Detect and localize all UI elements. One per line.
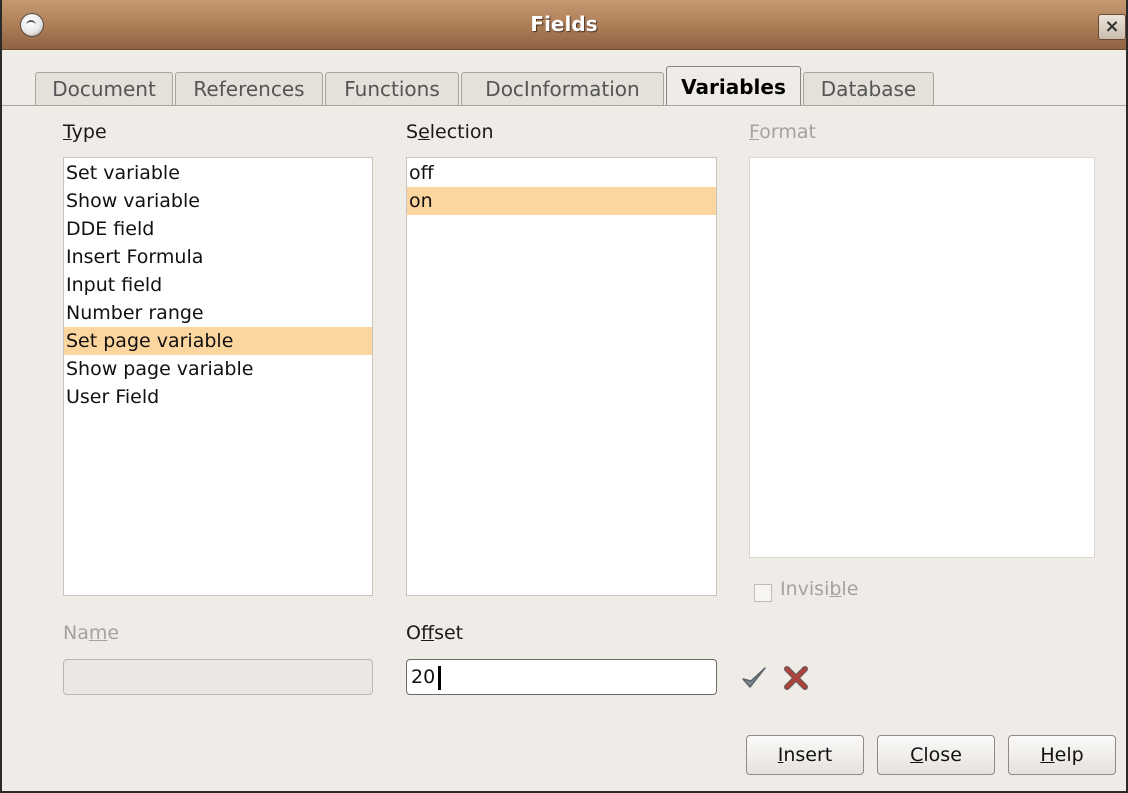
red-x-icon[interactable] — [782, 664, 810, 692]
tab-references[interactable]: References — [175, 72, 323, 106]
selection-label-rest: lection — [429, 121, 494, 143]
window-title: Fields — [530, 12, 598, 36]
help-button-rest: elp — [1054, 744, 1084, 766]
offset-label-rest: fset — [434, 622, 464, 644]
format-label-rest: ormat — [759, 121, 816, 143]
selection-list[interactable]: off on — [406, 157, 717, 596]
offset-field[interactable]: 20 — [406, 659, 717, 695]
type-list-item-selected[interactable]: Set page variable — [64, 327, 372, 355]
name-label-mnemonic: m — [88, 622, 108, 644]
invisible-label-mnemonic: b — [829, 578, 842, 600]
invisible-label-pre: Invisi — [780, 578, 830, 600]
title-bar[interactable]: Fields × — [2, 0, 1126, 50]
selection-label-mnemonic: e — [418, 121, 430, 143]
close-button-mnemonic: C — [910, 744, 924, 766]
selection-list-item[interactable]: off — [407, 159, 716, 187]
tab-document[interactable]: Document — [35, 72, 173, 106]
format-label-mnemonic: F — [749, 121, 760, 143]
selection-label: Selection — [406, 121, 494, 143]
tab-panel-border — [2, 105, 1126, 106]
type-list-item[interactable]: Show variable — [64, 187, 372, 215]
insert-button-rest: nsert — [783, 744, 833, 766]
insert-button[interactable]: Insert — [746, 735, 864, 775]
tab-functions[interactable]: Functions — [325, 72, 459, 106]
tab-docinformation[interactable]: DocInformation — [461, 72, 664, 106]
type-list-item[interactable]: Set variable — [64, 159, 372, 187]
text-caret — [438, 666, 441, 690]
close-button-rest: lose — [923, 744, 962, 766]
format-label: Format — [749, 121, 816, 143]
type-label: Type — [63, 121, 107, 143]
offset-label: Offset — [406, 622, 463, 644]
invisible-label-rest: le — [841, 578, 859, 600]
type-list-item[interactable]: Input field — [64, 271, 372, 299]
offset-label-mnemonic: f — [420, 622, 435, 644]
offset-label-pre: O — [406, 622, 421, 644]
selection-list-item-selected[interactable]: on — [407, 187, 716, 215]
type-list-item[interactable]: Number range — [64, 299, 372, 327]
help-button[interactable]: Help — [1008, 735, 1116, 775]
selection-label-pre: S — [406, 121, 419, 143]
name-label: Name — [63, 622, 119, 644]
tab-database[interactable]: Database — [803, 72, 934, 106]
help-button-mnemonic: H — [1040, 744, 1055, 766]
type-list-item[interactable]: Insert Formula — [64, 243, 372, 271]
fields-dialog: Fields × Document References Functions D… — [0, 0, 1128, 793]
name-field — [63, 659, 373, 695]
type-list[interactable]: Set variable Show variable DDE field Ins… — [63, 157, 373, 596]
invisible-label: Invisible — [780, 578, 858, 600]
type-label-mnemonic: T — [63, 121, 72, 143]
name-label-rest: e — [107, 622, 120, 644]
type-list-item[interactable]: User Field — [64, 383, 372, 411]
type-label-rest: ype — [71, 121, 107, 143]
checkmark-icon[interactable] — [740, 664, 768, 692]
format-list — [749, 157, 1095, 558]
type-list-item[interactable]: Show page variable — [64, 355, 372, 383]
close-button[interactable]: Close — [877, 735, 995, 775]
type-list-item[interactable]: DDE field — [64, 215, 372, 243]
close-window-button[interactable]: × — [1098, 14, 1126, 40]
tab-variables[interactable]: Variables — [666, 66, 801, 106]
name-label-pre: Na — [63, 622, 89, 644]
invisible-checkbox — [754, 584, 772, 602]
